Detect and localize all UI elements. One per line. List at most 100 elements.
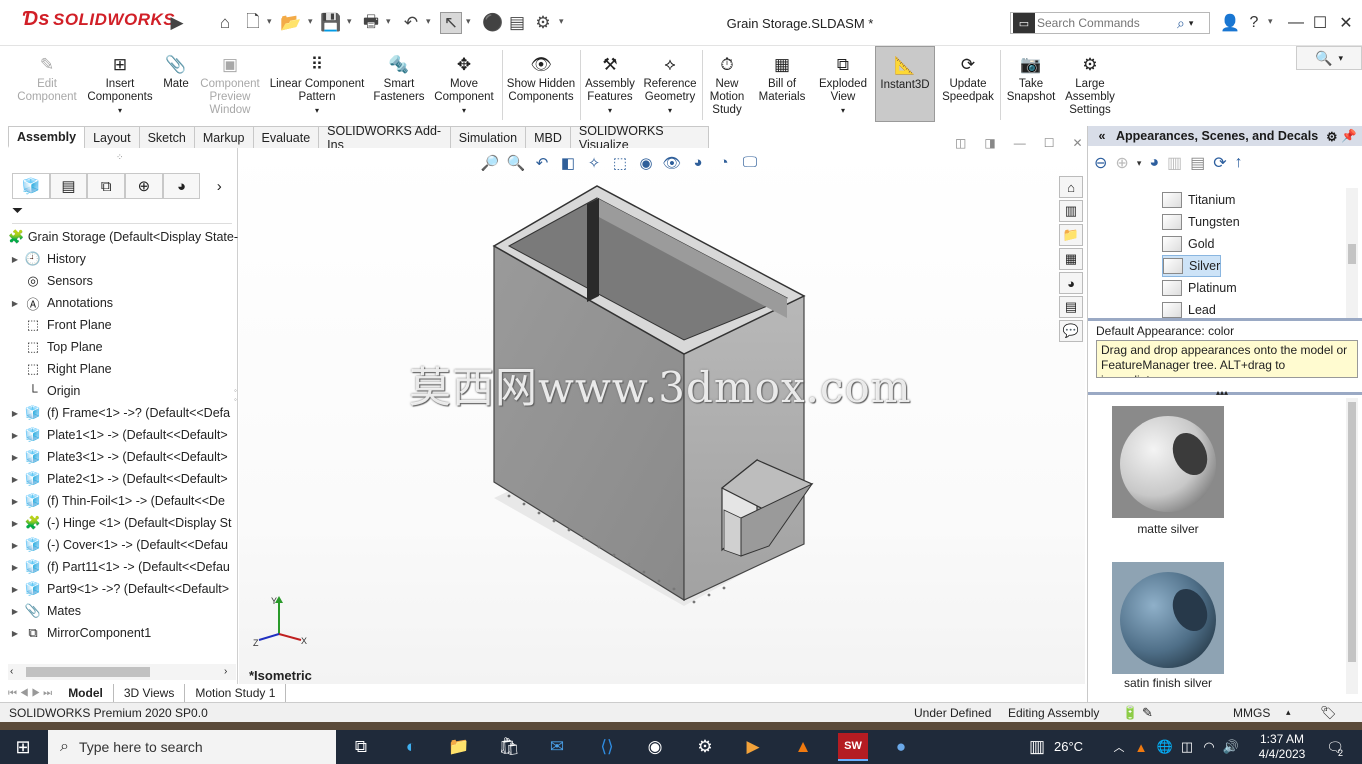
- qb-app-icon[interactable]: ●: [888, 735, 914, 759]
- previous-view-icon[interactable]: ↶: [531, 154, 553, 176]
- search-commands-input[interactable]: [1037, 16, 1177, 30]
- new-document-icon[interactable]: 🗋: [242, 12, 264, 34]
- solidworks-resources-icon[interactable]: ⌂: [1059, 176, 1083, 198]
- tab-mbd[interactable]: MBD: [525, 126, 571, 148]
- expand-arrow-icon[interactable]: ▶: [8, 541, 22, 550]
- view-orientation-icon[interactable]: ⬚: [609, 154, 631, 176]
- custom-properties-icon[interactable]: ▤: [1059, 296, 1083, 318]
- up-one-level-icon[interactable]: ↑: [1235, 154, 1243, 172]
- appearance-folder-item[interactable]: Gold: [1162, 233, 1214, 255]
- new-dropdown-icon[interactable]: ▾: [267, 16, 272, 27]
- solidworks-logo[interactable]: Ɗs SOLIDWORKS: [22, 8, 175, 38]
- swatch-scroll-thumb[interactable]: [1348, 402, 1356, 662]
- tree-item[interactable]: └ Origin: [8, 380, 238, 402]
- linear-component-pattern-button[interactable]: ⠿ Linear Component Pattern ▾: [266, 46, 368, 126]
- design-library-icon[interactable]: ▥: [1059, 200, 1083, 222]
- large-assembly-settings-button[interactable]: ⚙ Large Assembly Settings: [1062, 46, 1118, 126]
- feature-manager-tab-icon[interactable]: 🧊: [12, 173, 50, 199]
- filter-funnel-icon[interactable]: ⏷: [12, 202, 23, 218]
- refresh-icon[interactable]: ⟳: [1213, 153, 1226, 173]
- edge-browser-icon[interactable]: ◐: [398, 735, 424, 759]
- search-commands-box[interactable]: ▭ ⌕ ▾: [1010, 12, 1210, 34]
- expand-arrow-icon[interactable]: ▶: [8, 431, 22, 440]
- zoom-to-fit-icon[interactable]: 🔎: [479, 154, 501, 176]
- mate-button[interactable]: 📎 Mate: [158, 46, 194, 126]
- zoom-to-area-icon[interactable]: 🔍: [505, 154, 527, 176]
- matte-silver-swatch[interactable]: [1112, 406, 1224, 518]
- splitter-grip-icon[interactable]: ▴▴▴: [1216, 388, 1228, 397]
- search-tools-dropdown[interactable]: 🔍 ▾: [1296, 46, 1362, 70]
- close-icon[interactable]: ✕: [1334, 12, 1358, 34]
- open-dropdown-icon[interactable]: ▾: [308, 16, 313, 27]
- file-properties-icon[interactable]: ▤: [506, 12, 528, 34]
- unit-system[interactable]: MMGS: [1233, 706, 1270, 720]
- save-icon[interactable]: 💾: [320, 12, 342, 34]
- undo-dropdown-icon[interactable]: ▾: [426, 16, 431, 27]
- tree-item[interactable]: ⬚ Front Plane: [8, 314, 238, 336]
- options-dropdown-icon[interactable]: ▾: [559, 16, 564, 27]
- viewport-minimize-icon[interactable]: —: [1014, 136, 1026, 156]
- weather-icon[interactable]: ▥: [1024, 735, 1050, 759]
- search-dropdown-icon[interactable]: ▾: [1189, 18, 1194, 29]
- back-icon[interactable]: ⊖: [1094, 153, 1107, 173]
- expand-arrow-icon[interactable]: ▶: [8, 475, 22, 484]
- volume-icon[interactable]: 🔊: [1218, 735, 1244, 759]
- expand-arrow-icon[interactable]: ▶: [8, 409, 22, 418]
- add-folder-icon[interactable]: ▤: [1190, 153, 1205, 173]
- edit-component-button[interactable]: ✎ Edit Component: [12, 46, 82, 126]
- scroll-right-icon[interactable]: ›: [224, 666, 227, 677]
- tab-solidworks-visualize[interactable]: SOLIDWORKS Visualize: [569, 124, 709, 152]
- viewport-maximize-icon[interactable]: ☐: [1044, 136, 1055, 156]
- viewport-tile-icon[interactable]: ◨: [984, 136, 995, 156]
- menu-expand-icon[interactable]: ▶: [166, 12, 188, 34]
- expand-arrow-icon[interactable]: ▶: [8, 585, 22, 594]
- dynamic-annotation-icon[interactable]: ✧: [583, 154, 605, 176]
- expand-arrow-icon[interactable]: ▶: [8, 607, 22, 616]
- tag-icon[interactable]: 🏷: [1320, 705, 1337, 721]
- configuration-manager-tab-icon[interactable]: ⧉: [87, 173, 126, 199]
- tab-markup[interactable]: Markup: [193, 126, 254, 148]
- swatch-scrollbar[interactable]: [1346, 398, 1358, 694]
- section-view-icon[interactable]: ◧: [557, 154, 579, 176]
- scroll-left-icon[interactable]: ‹: [10, 666, 13, 677]
- assembly-features-button[interactable]: ⚒ Assembly Features ▾: [582, 46, 638, 126]
- taskbar-search[interactable]: ⌕ Type here to search: [48, 730, 336, 764]
- collapse-pane-icon[interactable]: «: [1088, 129, 1116, 143]
- tree-item[interactable]: ▶ 🧊 (f) Frame<1> ->? (Default<<Defa: [8, 402, 238, 424]
- tabs-chevron-right-icon[interactable]: ›: [200, 173, 238, 199]
- tree-item[interactable]: ▶ 🧊 Part9<1> ->? (Default<<Default>: [8, 578, 238, 600]
- add-to-library-icon[interactable]: ▥: [1167, 153, 1182, 173]
- minimize-icon[interactable]: —: [1284, 12, 1308, 34]
- tree-horizontal-scrollbar[interactable]: ‹ ›: [8, 664, 236, 680]
- forum-icon[interactable]: 💬: [1059, 320, 1083, 342]
- tree-item[interactable]: ⬚ Top Plane: [8, 336, 238, 358]
- forward-icon[interactable]: ⊕: [1115, 153, 1128, 173]
- mail-icon[interactable]: ✉: [544, 735, 570, 759]
- tab-model[interactable]: Model: [58, 684, 114, 702]
- print-icon[interactable]: 🖶: [360, 12, 382, 34]
- tree-item[interactable]: ▶ 🧊 (f) Part11<1> -> (Default<<Defau: [8, 556, 238, 578]
- file-explorer-icon[interactable]: 📁: [1059, 224, 1083, 246]
- update-speedpak-button[interactable]: ⟳ Update Speedpak: [938, 46, 998, 126]
- appearances-scenes-icon[interactable]: ◕: [1059, 272, 1083, 294]
- tree-item[interactable]: ▶ 🧊 Plate2<1> -> (Default<<Default>: [8, 468, 238, 490]
- appearance-folder-item[interactable]: Titanium: [1162, 189, 1235, 211]
- undo-icon[interactable]: ↶: [400, 12, 422, 34]
- expand-arrow-icon[interactable]: ▶: [8, 563, 22, 572]
- clock[interactable]: 1:37 AM 4/4/2023: [1252, 732, 1312, 762]
- viewport-close-icon[interactable]: ✕: [1072, 136, 1082, 156]
- reference-geometry-button[interactable]: ⟡ Reference Geometry ▾: [640, 46, 700, 126]
- tab-motion-study-1[interactable]: Motion Study 1: [185, 684, 287, 702]
- tree-item[interactable]: ▶ 🧊 Plate3<1> -> (Default<<Default>: [8, 446, 238, 468]
- units-up-chevron-icon[interactable]: ▴: [1286, 707, 1291, 718]
- chrome-icon[interactable]: ◉: [642, 735, 668, 759]
- component-preview-window-button[interactable]: ▣ Component Preview Window: [196, 46, 264, 126]
- tree-item[interactable]: ▶ 🧊 (-) Cover<1> -> (Default<<Defau: [8, 534, 238, 556]
- appearances-home-icon[interactable]: ◕: [1149, 154, 1159, 172]
- task-view-icon[interactable]: ⧉: [348, 735, 374, 759]
- tree-item[interactable]: ▶ 🧊 (f) Thin-Foil<1> -> (Default<<De: [8, 490, 238, 512]
- expand-arrow-icon[interactable]: ▶: [8, 519, 22, 528]
- tree-item[interactable]: ◎ Sensors: [8, 270, 238, 292]
- tree-item[interactable]: ▶ 🧊 Plate1<1> -> (Default<<Default>: [8, 424, 238, 446]
- appearance-list-scroll-thumb[interactable]: [1348, 244, 1356, 264]
